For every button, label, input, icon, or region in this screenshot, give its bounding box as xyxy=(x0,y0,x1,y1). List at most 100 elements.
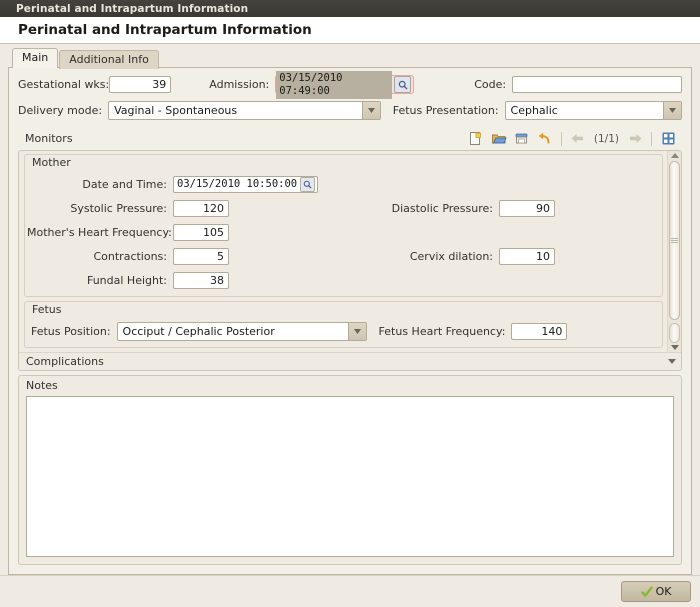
mother-heart-frequency-label: Mother's Heart Frequency: xyxy=(27,225,172,239)
admission-label: Admission: xyxy=(209,78,270,91)
scrollbar-track-lower[interactable] xyxy=(669,323,680,343)
fetus-position-select[interactable]: Occiput / Cephalic Posterior xyxy=(116,321,367,341)
row-contractions: Contractions: xyxy=(27,244,373,268)
row-systolic-pressure: Systolic Pressure: xyxy=(27,196,373,220)
toolbar-separator xyxy=(651,131,652,146)
toolbar-separator xyxy=(560,131,562,146)
dialog-footer: OK xyxy=(0,575,700,607)
dialog-content: Main Additional Info Gestational wks: Ad… xyxy=(0,44,700,575)
chevron-down-icon[interactable] xyxy=(361,102,380,119)
scrollbar-grip-icon xyxy=(671,238,678,243)
page-title: Perinatal and Intrapartum Information xyxy=(18,22,312,38)
row-spacer-2 xyxy=(383,220,662,244)
date-and-time-field[interactable]: 03/15/2010 10:50:00 xyxy=(173,175,319,193)
chevron-down-icon[interactable] xyxy=(663,102,681,119)
mother-left-column: Date and Time: 03/15/2010 10:50:00 Systo… xyxy=(25,172,373,292)
save-icon[interactable] xyxy=(512,129,532,148)
mother-heart-frequency-input[interactable] xyxy=(173,223,229,241)
monitors-scrollbar[interactable] xyxy=(667,151,681,352)
monitors-header: Monitors (1/1) xyxy=(18,127,682,150)
cervix-dilation-label: Cervix dilation: xyxy=(409,249,493,263)
fundal-height-label: Fundal Height: xyxy=(86,273,167,287)
dialog-header: Perinatal and Intrapartum Information xyxy=(0,17,700,44)
monitors-body: Mother Date and Time: 03/15/2010 10:50:0… xyxy=(18,150,682,371)
row-delivery-presentation: Delivery mode: Vaginal - Spontaneous Fet… xyxy=(18,101,682,120)
new-document-icon[interactable] xyxy=(466,129,486,148)
code-label: Code: xyxy=(474,78,507,91)
tab-main-label: Main xyxy=(22,51,49,64)
row-gestational-admission-code: Gestational wks: Admission: 03/15/2010 0… xyxy=(18,70,682,99)
fetus-presentation-value: Cephalic xyxy=(510,104,558,117)
monitors-toolbar: (1/1) xyxy=(466,129,678,148)
calendar-picker-icon[interactable] xyxy=(394,76,412,93)
mother-section: Mother Date and Time: 03/15/2010 10:50:0… xyxy=(24,154,663,297)
window-titlebar: Perinatal and Intrapartum Information xyxy=(0,0,700,17)
row-mother-heart-frequency: Mother's Heart Frequency: xyxy=(27,220,373,244)
fullscreen-icon[interactable] xyxy=(658,129,678,148)
complications-label: Complications xyxy=(26,355,104,368)
contractions-input[interactable] xyxy=(173,247,229,265)
previous-page-icon[interactable] xyxy=(568,129,588,148)
row-cervix-dilation: Cervix dilation: xyxy=(383,244,662,268)
fetus-position-value: Occiput / Cephalic Posterior xyxy=(122,324,275,338)
monitors-pager: (1/1) xyxy=(593,132,619,145)
contractions-label: Contractions: xyxy=(93,249,167,263)
open-folder-icon[interactable] xyxy=(489,129,509,148)
delivery-mode-label: Delivery mode: xyxy=(18,104,103,117)
mother-fields: Date and Time: 03/15/2010 10:50:00 Systo… xyxy=(25,172,662,292)
undo-icon[interactable] xyxy=(535,129,555,148)
diastolic-pressure-label: Diastolic Pressure: xyxy=(391,201,493,215)
fetus-position-label: Fetus Position: xyxy=(31,324,111,338)
notes-label: Notes xyxy=(26,379,58,392)
monitors-scroll-area: Mother Date and Time: 03/15/2010 10:50:0… xyxy=(19,151,681,352)
calendar-picker-icon[interactable] xyxy=(300,176,316,192)
dialog-window: Perinatal and Intrapartum Information Pe… xyxy=(0,0,700,607)
chevron-down-icon[interactable] xyxy=(347,322,366,340)
fundal-height-input[interactable] xyxy=(173,271,229,289)
fetus-section: Fetus Fetus Position: Occiput / Cephalic… xyxy=(24,301,663,348)
chevron-down-icon[interactable] xyxy=(668,359,676,364)
fetus-section-label: Fetus xyxy=(32,303,62,316)
delivery-mode-value: Vaginal - Spontaneous xyxy=(114,104,238,117)
scrollbar-thumb[interactable] xyxy=(669,161,680,320)
ok-button[interactable]: OK xyxy=(621,581,691,602)
mother-right-column: Diastolic Pressure: Cervix dilation: xyxy=(373,172,662,292)
tabstrip: Main Additional Info xyxy=(8,48,692,69)
delivery-mode-select[interactable]: Vaginal - Spontaneous xyxy=(108,101,381,120)
date-and-time-value: 03/15/2010 10:50:00 xyxy=(177,177,298,190)
monitors-title: Monitors xyxy=(25,132,73,145)
date-and-time-label: Date and Time: xyxy=(82,177,167,191)
checkmark-icon xyxy=(640,586,653,597)
ok-button-label: OK xyxy=(655,585,672,598)
diastolic-pressure-input[interactable] xyxy=(499,199,555,217)
fetus-heart-frequency-label: Fetus Heart Frequency: xyxy=(378,324,506,338)
systolic-pressure-label: Systolic Pressure: xyxy=(70,201,167,215)
scroll-down-arrow-icon[interactable] xyxy=(670,345,679,350)
row-fetus-position: Fetus Position: Occiput / Cephalic Poste… xyxy=(25,319,662,343)
row-fundal-height: Fundal Height: xyxy=(27,268,373,292)
row-spacer xyxy=(383,172,662,196)
fetus-presentation-select[interactable]: Cephalic xyxy=(504,101,682,120)
tab-additional-info[interactable]: Additional Info xyxy=(59,50,159,69)
tab-main[interactable]: Main xyxy=(12,48,59,68)
mother-section-label: Mother xyxy=(32,156,71,169)
tab-panel-main: Gestational wks: Admission: 03/15/2010 0… xyxy=(8,67,692,575)
complications-section[interactable]: Complications xyxy=(19,352,681,370)
admission-datetime-field[interactable]: 03/15/2010 07:49:00 xyxy=(275,70,415,99)
row-date-and-time: Date and Time: 03/15/2010 10:50:00 xyxy=(27,172,373,196)
notes-textarea[interactable] xyxy=(26,396,674,557)
cervix-dilation-input[interactable] xyxy=(499,247,555,265)
fetus-heart-frequency-input[interactable] xyxy=(511,322,568,340)
monitors-scroll-content: Mother Date and Time: 03/15/2010 10:50:0… xyxy=(19,151,667,352)
admission-datetime-value: 03/15/2010 07:49:00 xyxy=(276,70,393,99)
code-input[interactable] xyxy=(512,76,682,93)
gestational-weeks-label: Gestational wks: xyxy=(18,78,110,91)
row-diastolic-pressure: Diastolic Pressure: xyxy=(383,196,662,220)
fetus-presentation-label: Fetus Presentation: xyxy=(392,104,499,117)
scroll-up-arrow-icon[interactable] xyxy=(670,153,679,158)
gestational-weeks-input[interactable] xyxy=(109,76,172,93)
next-page-icon[interactable] xyxy=(625,129,645,148)
systolic-pressure-input[interactable] xyxy=(173,199,229,217)
tab-additional-info-label: Additional Info xyxy=(69,53,149,66)
window-title-text: Perinatal and Intrapartum Information xyxy=(16,2,249,15)
